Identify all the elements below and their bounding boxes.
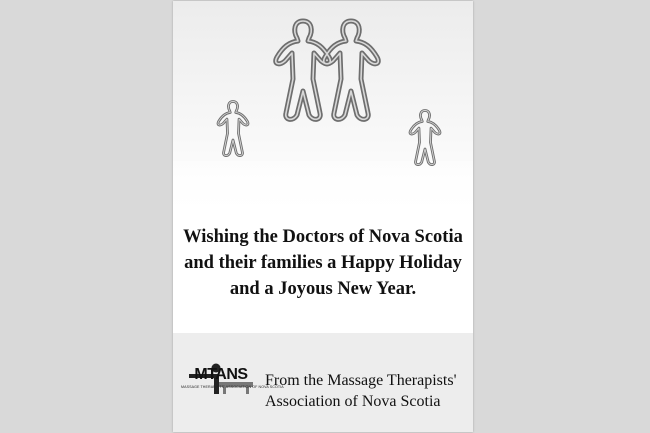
from-line-2: Association of Nova Scotia bbox=[265, 393, 441, 410]
logo-wordmark: MTANS bbox=[194, 366, 248, 383]
greeting-message: Wishing the Doctors of Nova Scotia and t… bbox=[173, 224, 473, 302]
from-signature: From the Massage Therapists' Association… bbox=[265, 370, 470, 412]
from-line-1: From the Massage Therapists' bbox=[265, 372, 457, 389]
logo-subtext: MASSAGE THERAPISTS' ASSOCIATION OF NOVA … bbox=[181, 385, 284, 389]
footer-panel: MTANS MASSAGE THERAPISTS' ASSOCIATION OF… bbox=[173, 333, 473, 432]
greeting-line-3: and a Joyous New Year. bbox=[229, 279, 417, 299]
greeting-line-1: Wishing the Doctors of Nova Scotia bbox=[183, 227, 463, 247]
holiday-card: Wishing the Doctors of Nova Scotia and t… bbox=[173, 1, 473, 432]
greeting-line-2: and their families a Happy Holiday bbox=[184, 253, 462, 273]
cookie-cutter-family-photo bbox=[173, 1, 473, 221]
